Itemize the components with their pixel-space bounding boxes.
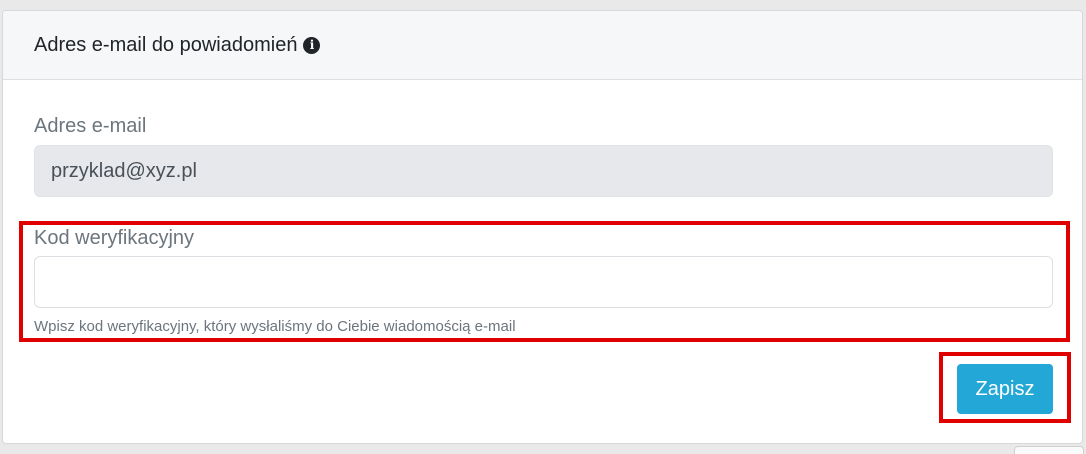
info-icon[interactable]: i xyxy=(303,36,321,54)
verification-code-help: Wpisz kod weryfikacyjny, który wysłaliśm… xyxy=(34,318,516,335)
email-label: Adres e-mail xyxy=(34,115,147,137)
save-button[interactable]: Zapisz xyxy=(957,364,1053,414)
email-field[interactable] xyxy=(34,145,1053,197)
notification-email-card: Adres e-mail do powiadomień i Adres e-ma… xyxy=(2,10,1083,444)
card-header: Adres e-mail do powiadomień i xyxy=(3,11,1082,80)
card-title: Adres e-mail do powiadomień xyxy=(34,33,298,56)
verification-code-input[interactable] xyxy=(34,256,1053,308)
next-card-edge xyxy=(1014,446,1084,454)
verification-code-label: Kod weryfikacyjny xyxy=(34,227,195,249)
